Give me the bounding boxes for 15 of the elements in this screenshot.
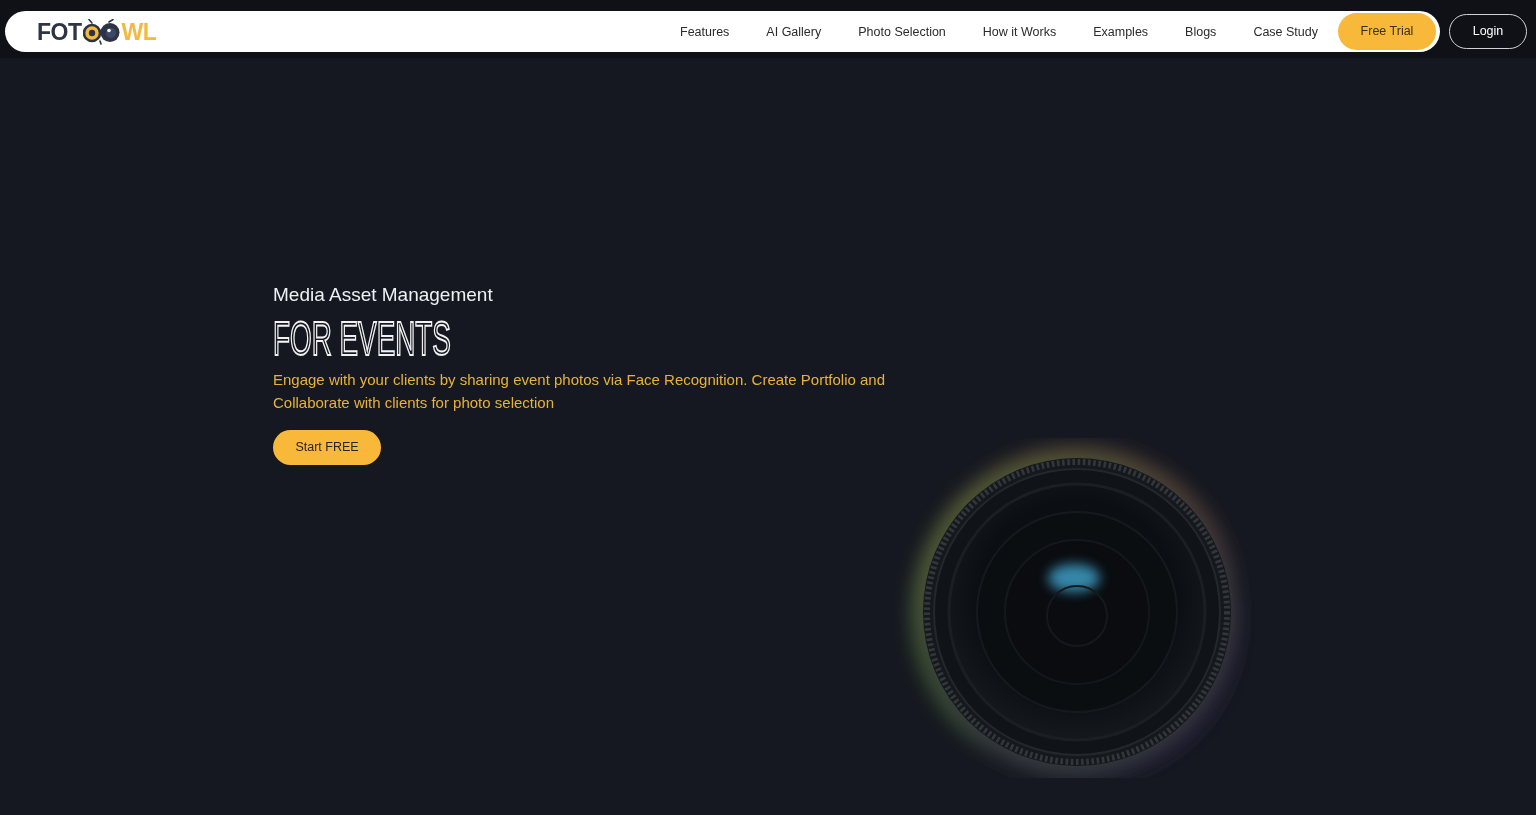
- nav-link[interactable]: AI Gallery: [766, 23, 822, 40]
- start-free-button[interactable]: Start FREE: [273, 430, 381, 465]
- nav-link[interactable]: Examples: [1093, 23, 1149, 40]
- nav-link[interactable]: Blogs: [1185, 23, 1217, 40]
- nav-link[interactable]: Features: [680, 23, 730, 40]
- nav-link[interactable]: Photo Selection: [858, 23, 946, 40]
- nav-link[interactable]: How it Works: [982, 23, 1057, 40]
- logo-link[interactable]: FOT WL: [37, 18, 157, 45]
- hero-title: FOR EVENTS: [273, 315, 451, 363]
- owl-eyes-icon: [82, 18, 121, 45]
- login-button[interactable]: Login: [1449, 14, 1527, 49]
- hero-subtitle: Media Asset Management: [273, 283, 493, 307]
- nav-link[interactable]: Case Study: [1253, 23, 1318, 40]
- hero-description: Engage with your clients by sharing event photos via Face Recognition. Create Portfolio and Collaborate with clients for photo selection: [273, 370, 887, 413]
- free-trial-button[interactable]: Free Trial: [1338, 13, 1436, 50]
